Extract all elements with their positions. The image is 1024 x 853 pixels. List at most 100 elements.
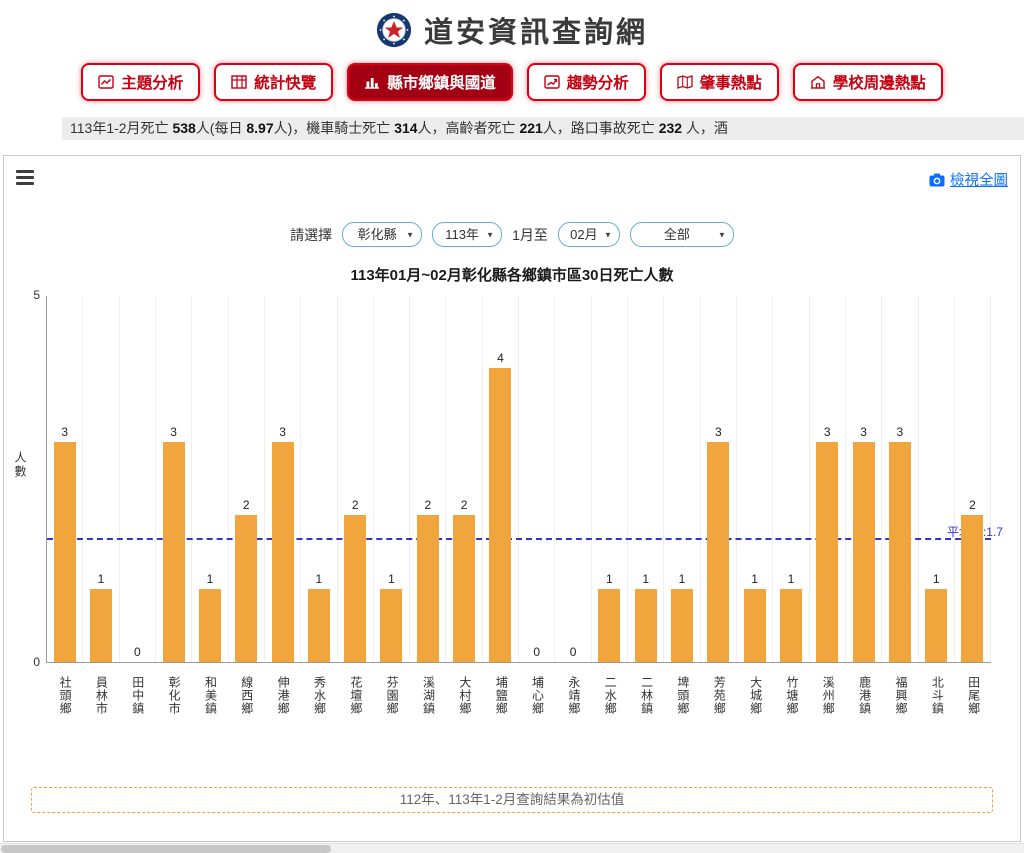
month-select[interactable]: 02月 bbox=[558, 222, 620, 247]
year-select[interactable]: 113年 bbox=[432, 222, 502, 247]
bar-二水鄉[interactable] bbox=[598, 589, 620, 662]
chart-column: 3 bbox=[810, 296, 846, 662]
chart-column: 3 bbox=[846, 296, 882, 662]
x-axis-label: 芬園鄉 bbox=[373, 668, 409, 715]
bar-員林市[interactable] bbox=[90, 589, 112, 662]
bar-value-label: 2 bbox=[229, 498, 264, 512]
nav-button-trend-analysis[interactable]: 趨勢分析 bbox=[527, 63, 646, 101]
bar-竹塘鄉[interactable] bbox=[780, 589, 802, 662]
chart-column: 2 bbox=[410, 296, 446, 662]
nav-button-label: 學校周邊熱點 bbox=[833, 71, 926, 93]
county-select[interactable]: 彰化縣 bbox=[342, 222, 422, 247]
nav-button-accident-hotspot[interactable]: 肇事熱點 bbox=[660, 63, 779, 101]
x-axis-label: 彰化市 bbox=[155, 668, 191, 715]
x-axis-label: 和美鎮 bbox=[191, 668, 227, 715]
chart-column: 1 bbox=[301, 296, 337, 662]
bar-value-label: 1 bbox=[773, 572, 808, 586]
bar-芳苑鄉[interactable] bbox=[707, 442, 729, 662]
x-axis-label: 竹塘鄉 bbox=[773, 668, 809, 715]
bar-value-label: 3 bbox=[846, 425, 881, 439]
bar-value-label: 3 bbox=[47, 425, 82, 439]
chart-column: 1 bbox=[773, 296, 809, 662]
x-axis-label: 線西鄉 bbox=[228, 668, 264, 715]
chart-column: 1 bbox=[592, 296, 628, 662]
news-ticker: 113年1-2月死亡 538人(每日 8.97人)，機車騎士死亡 314人，高齡… bbox=[62, 117, 1024, 140]
chart-column: 1 bbox=[83, 296, 119, 662]
bar-大村鄉[interactable] bbox=[453, 515, 475, 662]
area-select[interactable]: 全部 bbox=[630, 222, 734, 247]
bar-value-label: 0 bbox=[519, 645, 554, 659]
x-axis-label: 永靖鄉 bbox=[555, 668, 591, 715]
bar-value-label: 1 bbox=[592, 572, 627, 586]
x-axis-label: 埤頭鄉 bbox=[664, 668, 700, 715]
bar-線西鄉[interactable] bbox=[235, 515, 257, 662]
bar-伸港鄉[interactable] bbox=[272, 442, 294, 662]
nav-button-label: 縣市鄉鎮與國道 bbox=[387, 71, 496, 93]
bar-彰化市[interactable] bbox=[163, 442, 185, 662]
nav-button-stats-overview[interactable]: 統計快覽 bbox=[214, 63, 333, 101]
page: 道安資訊查詢網 主題分析統計快覽縣市鄉鎮與國道趨勢分析肇事熱點學校周邊熱點 11… bbox=[0, 0, 1024, 853]
bar-value-label: 1 bbox=[664, 572, 699, 586]
chart-column: 2 bbox=[229, 296, 265, 662]
bar-value-label: 4 bbox=[483, 351, 518, 365]
chart-column: 1 bbox=[737, 296, 773, 662]
bar-value-label: 1 bbox=[374, 572, 409, 586]
x-axis-label: 二林鎮 bbox=[628, 668, 664, 715]
horizontal-scrollbar[interactable] bbox=[0, 843, 1024, 853]
nav-button-theme-analysis[interactable]: 主題分析 bbox=[81, 63, 200, 101]
trend-chart-icon bbox=[544, 75, 560, 89]
x-axis-label: 大村鄉 bbox=[446, 668, 482, 715]
x-axis-label: 芳苑鄉 bbox=[700, 668, 736, 715]
bar-value-label: 1 bbox=[737, 572, 772, 586]
bar-value-label: 3 bbox=[265, 425, 300, 439]
bar-溪湖鎮[interactable] bbox=[417, 515, 439, 662]
filter-bar: 請選擇 彰化縣 113年 1月至 02月 全部 bbox=[4, 222, 1020, 247]
bar-北斗鎮[interactable] bbox=[925, 589, 947, 662]
x-axis-labels: 社頭鄉員林市田中鎮彰化市和美鎮線西鄉伸港鄉秀水鄉花壇鄉芬園鄉溪湖鎮大村鄉埔鹽鄉埔… bbox=[46, 668, 991, 715]
nav-button-label: 趨勢分析 bbox=[567, 71, 629, 93]
table-icon bbox=[231, 75, 247, 89]
bar-溪州鄉[interactable] bbox=[816, 442, 838, 662]
bar-大城鄉[interactable] bbox=[744, 589, 766, 662]
nav-button-label: 統計快覽 bbox=[254, 71, 316, 93]
chart-column: 1 bbox=[374, 296, 410, 662]
chart-title: 113年01月~02月彰化縣各鄉鎮市區30日死亡人數 bbox=[4, 264, 1020, 285]
bar-value-label: 2 bbox=[955, 498, 990, 512]
bar-value-label: 2 bbox=[410, 498, 445, 512]
x-axis-label: 田尾鄉 bbox=[955, 668, 991, 715]
x-axis-label: 北斗鎮 bbox=[918, 668, 954, 715]
map-icon bbox=[677, 75, 693, 89]
bar-福興鄉[interactable] bbox=[889, 442, 911, 662]
bar-value-label: 3 bbox=[810, 425, 845, 439]
bar-埔鹽鄉[interactable] bbox=[489, 368, 511, 662]
nav-button-county-town-highway[interactable]: 縣市鄉鎮與國道 bbox=[347, 63, 513, 101]
view-full-chart-link[interactable]: 檢視全圖 bbox=[929, 169, 1008, 190]
average-line: 平均線:1.7 bbox=[47, 538, 991, 540]
bar-秀水鄉[interactable] bbox=[308, 589, 330, 662]
bar-鹿港鎮[interactable] bbox=[853, 442, 875, 662]
bar-value-label: 2 bbox=[338, 498, 373, 512]
bar-花壇鄉[interactable] bbox=[344, 515, 366, 662]
chart-column: 3 bbox=[701, 296, 737, 662]
bar-value-label: 0 bbox=[120, 645, 155, 659]
line-chart-icon bbox=[98, 75, 114, 89]
bar-芬園鄉[interactable] bbox=[380, 589, 402, 662]
chart-column: 0 bbox=[120, 296, 156, 662]
bar-埤頭鄉[interactable] bbox=[671, 589, 693, 662]
hamburger-menu-icon[interactable] bbox=[16, 170, 34, 188]
bar-二林鎮[interactable] bbox=[635, 589, 657, 662]
x-axis-label: 溪湖鎮 bbox=[409, 668, 445, 715]
bar-value-label: 3 bbox=[156, 425, 191, 439]
chart-column: 0 bbox=[519, 296, 555, 662]
bar-田尾鄉[interactable] bbox=[961, 515, 983, 662]
x-axis-label: 埔心鄉 bbox=[518, 668, 554, 715]
bar-社頭鄉[interactable] bbox=[54, 442, 76, 662]
camera-icon bbox=[929, 173, 945, 187]
bar-和美鎮[interactable] bbox=[199, 589, 221, 662]
page-title: 道安資訊查詢網 bbox=[424, 9, 648, 51]
nav-button-school-area-hotspot[interactable]: 學校周邊熱點 bbox=[793, 63, 943, 101]
scrollbar-thumb[interactable] bbox=[1, 845, 331, 853]
x-axis-label: 大城鄉 bbox=[737, 668, 773, 715]
chart-column: 2 bbox=[955, 296, 991, 662]
chart-column: 1 bbox=[192, 296, 228, 662]
